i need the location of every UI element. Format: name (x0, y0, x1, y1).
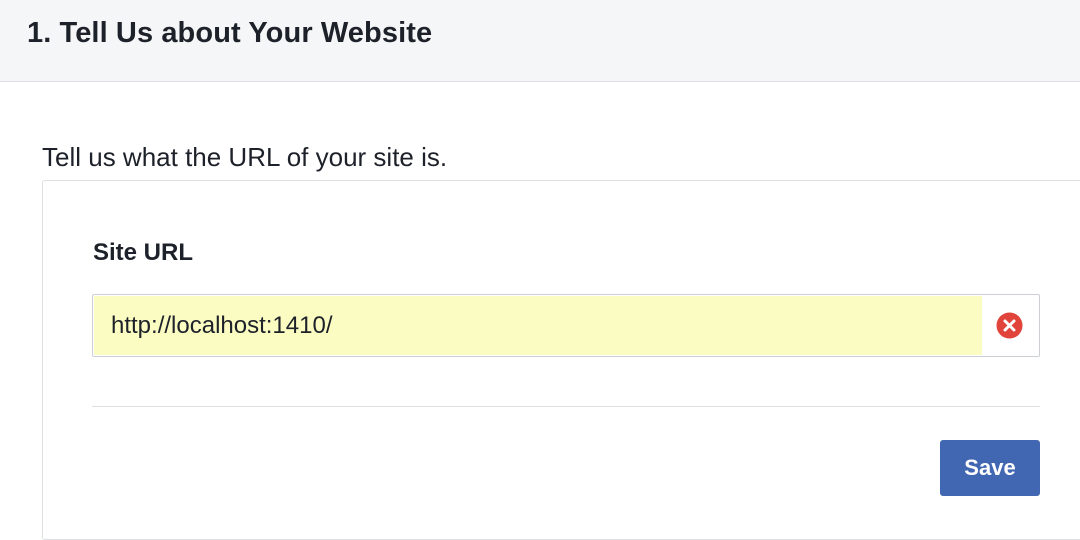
clear-icon[interactable] (996, 312, 1023, 339)
site-url-field (92, 294, 1040, 357)
site-url-input[interactable] (94, 296, 982, 355)
save-button[interactable]: Save (940, 440, 1040, 496)
form-divider (92, 406, 1040, 407)
site-url-panel (42, 180, 1080, 540)
section-title: 1. Tell Us about Your Website (27, 17, 433, 49)
intro-text: Tell us what the URL of your site is. (42, 142, 448, 172)
section-header: 1. Tell Us about Your Website (0, 0, 1080, 82)
site-url-label: Site URL (93, 239, 194, 266)
